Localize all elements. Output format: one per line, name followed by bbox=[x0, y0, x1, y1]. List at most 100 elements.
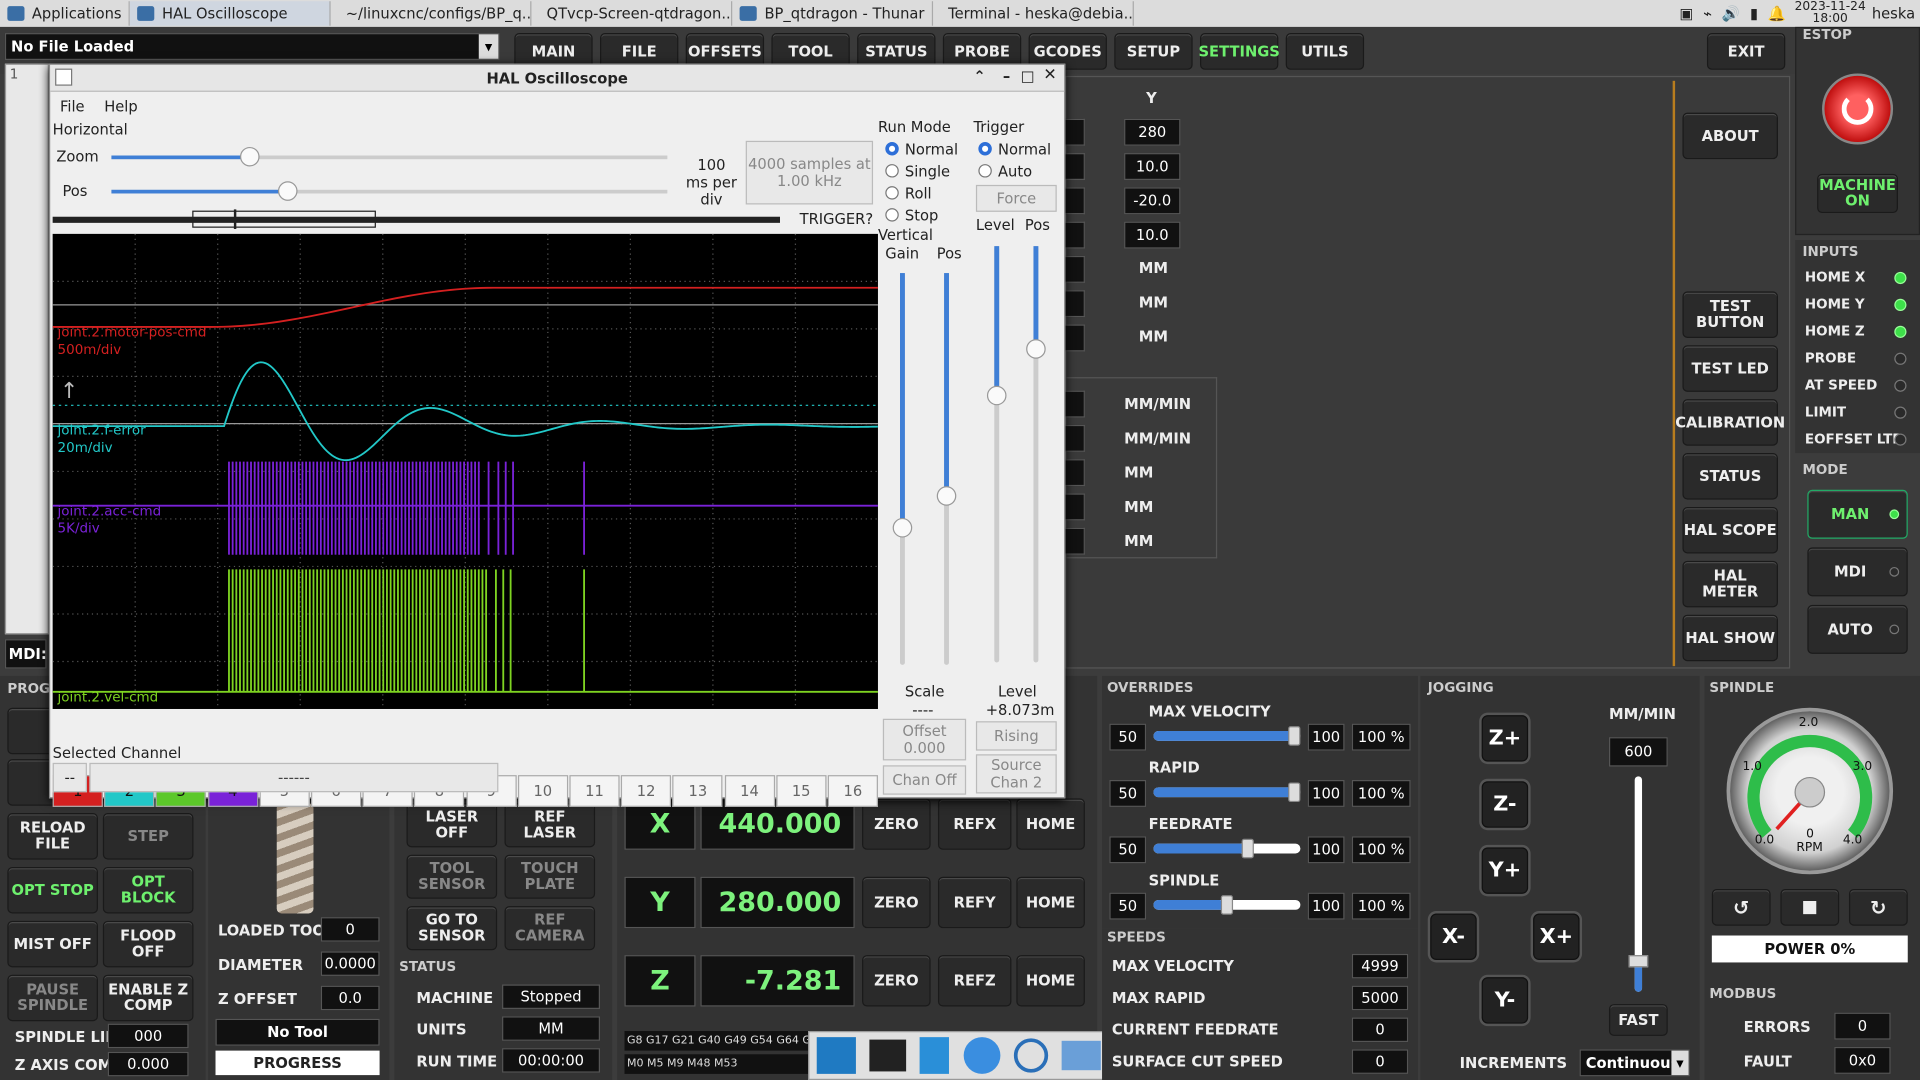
slider-knob[interactable] bbox=[1288, 782, 1301, 803]
vertical-pos-slider[interactable] bbox=[936, 273, 957, 665]
mist-off-button[interactable]: MIST OFF bbox=[7, 920, 98, 968]
samples-button[interactable]: 4000 samples at 1.00 kHz bbox=[745, 140, 874, 205]
about-button[interactable]: ABOUT bbox=[1682, 112, 1778, 160]
status-button[interactable]: STATUS bbox=[1682, 453, 1778, 500]
jog-zplus-button[interactable]: Z+ bbox=[1481, 715, 1529, 762]
flood-off-button[interactable]: FLOOD OFF bbox=[102, 920, 194, 968]
desktop-icon[interactable] bbox=[816, 1037, 856, 1074]
test-led-button[interactable]: TEST LED bbox=[1682, 345, 1778, 392]
setting-x-value-clipped[interactable] bbox=[1065, 187, 1085, 215]
jog-yminus-button[interactable]: Y- bbox=[1481, 977, 1529, 1024]
setting-field-clipped[interactable] bbox=[1065, 255, 1085, 283]
file-selector[interactable]: No File Loaded ▾ bbox=[4, 33, 500, 61]
ref-z-button[interactable]: REFZ bbox=[937, 955, 1012, 1007]
mode-auto-button[interactable]: AUTO bbox=[1807, 604, 1908, 654]
zero-z-button[interactable]: ZERO bbox=[862, 955, 931, 1007]
go-to-sensor-button[interactable]: GO TO SENSOR bbox=[406, 906, 498, 951]
source-button[interactable]: Source Chan 2 bbox=[975, 754, 1057, 794]
setting-field-clipped[interactable] bbox=[1065, 290, 1085, 318]
mode-mdi-button[interactable]: MDI bbox=[1807, 547, 1908, 597]
jog-rate-knob[interactable] bbox=[1628, 955, 1649, 968]
axis-y-button[interactable]: Y bbox=[624, 876, 696, 929]
pos-knob[interactable] bbox=[277, 181, 298, 201]
trigger-pos-slider[interactable] bbox=[1026, 246, 1046, 663]
hal-meter-button[interactable]: HAL METER bbox=[1682, 560, 1778, 608]
estop-button[interactable] bbox=[1822, 73, 1894, 145]
hal-scope-button[interactable]: HAL SCOPE bbox=[1682, 506, 1778, 554]
setting-y-value[interactable]: 280 bbox=[1124, 118, 1181, 146]
run-mode-single[interactable]: Single bbox=[885, 163, 950, 180]
force-button[interactable]: Force bbox=[975, 184, 1057, 212]
folder-icon[interactable] bbox=[1061, 1040, 1102, 1071]
scope-display[interactable]: joint.2.motor-pos-cmd 500m/div joint.2.f-e… bbox=[52, 233, 878, 709]
spindle-stop-button[interactable]: ■ bbox=[1780, 888, 1840, 926]
enable-z-comp-button[interactable]: ENABLE Z COMP bbox=[102, 974, 194, 1022]
trigger-level-slider[interactable] bbox=[986, 246, 1007, 663]
search-icon[interactable] bbox=[1013, 1038, 1049, 1073]
menu-file[interactable]: File bbox=[60, 98, 85, 115]
hal-show-button[interactable]: HAL SHOW bbox=[1682, 614, 1778, 662]
tab-utils[interactable]: UTILS bbox=[1285, 33, 1365, 70]
override-spindle-slider[interactable] bbox=[1153, 895, 1301, 915]
jog-zminus-button[interactable]: Z- bbox=[1481, 781, 1529, 828]
zero-y-button[interactable]: ZERO bbox=[862, 876, 931, 929]
ref-camera-button[interactable]: REF CAMERA bbox=[504, 906, 596, 951]
gcode-view[interactable] bbox=[4, 63, 49, 635]
chan-off-button[interactable]: Chan Off bbox=[882, 765, 967, 795]
channel-16-button[interactable]: 16 bbox=[827, 775, 878, 807]
pause-spindle-button[interactable]: PAUSE SPINDLE bbox=[7, 974, 98, 1022]
mode-man-button[interactable]: MAN bbox=[1807, 489, 1908, 539]
slider-knob[interactable] bbox=[1220, 895, 1234, 915]
spindle-cw-button[interactable]: ↻ bbox=[1848, 888, 1908, 926]
rising-button[interactable]: Rising bbox=[975, 721, 1057, 751]
file-manager-icon[interactable] bbox=[919, 1037, 950, 1074]
task-terminal[interactable]: Terminal - heska@debia... bbox=[933, 1, 1135, 26]
task-editor[interactable]: ~/linuxcnc/configs/BP_q... bbox=[331, 1, 532, 26]
home-z-button[interactable]: HOME bbox=[1016, 955, 1085, 1007]
task-hal-oscilloscope[interactable]: HAL Oscilloscope bbox=[130, 1, 331, 26]
slider-knob[interactable] bbox=[1288, 726, 1301, 746]
jog-yplus-button[interactable]: Y+ bbox=[1481, 847, 1529, 894]
setting-x-value-clipped[interactable] bbox=[1065, 221, 1085, 249]
setting-x-value-clipped[interactable] bbox=[1065, 153, 1085, 181]
opt-block-button[interactable]: OPT BLOCK bbox=[102, 866, 194, 914]
task-qtvcp[interactable]: QTvcp-Screen-qtdragon... bbox=[532, 1, 733, 26]
trigger-mode-auto[interactable]: Auto bbox=[978, 163, 1032, 180]
jog-rate-slider[interactable] bbox=[1628, 776, 1649, 992]
offset-button[interactable]: Offset 0.000 bbox=[882, 718, 967, 761]
tab-settings[interactable]: SETTINGS bbox=[1198, 33, 1280, 70]
fast-button[interactable]: FAST bbox=[1608, 1004, 1668, 1036]
pos-slider[interactable] bbox=[111, 181, 668, 201]
close-icon[interactable]: ✕ bbox=[1043, 66, 1056, 84]
ref-laser-button[interactable]: REF LASER bbox=[504, 803, 596, 848]
setting-y-value[interactable]: 10.0 bbox=[1124, 221, 1181, 249]
channel-15-button[interactable]: 15 bbox=[776, 775, 827, 807]
network-icon[interactable]: ⌁ bbox=[1703, 5, 1712, 22]
reload-file-button[interactable]: RELOAD FILE bbox=[7, 813, 98, 860]
run-mode-roll[interactable]: Roll bbox=[885, 185, 932, 202]
setting-field-clipped[interactable] bbox=[1065, 324, 1085, 352]
increments-select[interactable]: Continuous ▾ bbox=[1579, 1049, 1690, 1077]
machine-on-button[interactable]: MACHINE ON bbox=[1817, 173, 1898, 214]
user-menu[interactable]: heska bbox=[1867, 5, 1920, 22]
channel-12-button[interactable]: 12 bbox=[621, 775, 672, 807]
minimize-icon[interactable]: – bbox=[1003, 67, 1010, 84]
channel-13-button[interactable]: 13 bbox=[672, 775, 723, 807]
menu-help[interactable]: Help bbox=[104, 98, 138, 115]
home-x-button[interactable]: HOME bbox=[1016, 798, 1085, 850]
tool-sensor-button[interactable]: TOOL SENSOR bbox=[406, 854, 498, 899]
display-icon[interactable]: ▣ bbox=[1679, 5, 1693, 22]
setting-y-value[interactable]: 10.0 bbox=[1124, 153, 1181, 181]
run-mode-stop[interactable]: Stop bbox=[885, 207, 938, 224]
exit-button[interactable]: EXIT bbox=[1706, 33, 1786, 70]
step-button[interactable]: STEP bbox=[102, 813, 194, 860]
zoom-slider[interactable] bbox=[111, 146, 668, 167]
trigger-mode-normal[interactable]: Normal bbox=[978, 141, 1051, 158]
setting-x-value-clipped[interactable] bbox=[1065, 118, 1085, 146]
override-feedrate-slider[interactable] bbox=[1153, 838, 1301, 859]
selected-channel-name[interactable]: ------ bbox=[89, 762, 499, 793]
axis-z-button[interactable]: Z bbox=[624, 955, 696, 1007]
slider-knob[interactable] bbox=[1241, 838, 1254, 859]
jog-rate-value[interactable]: 600 bbox=[1608, 737, 1668, 767]
battery-icon[interactable]: ▮ bbox=[1750, 5, 1758, 22]
